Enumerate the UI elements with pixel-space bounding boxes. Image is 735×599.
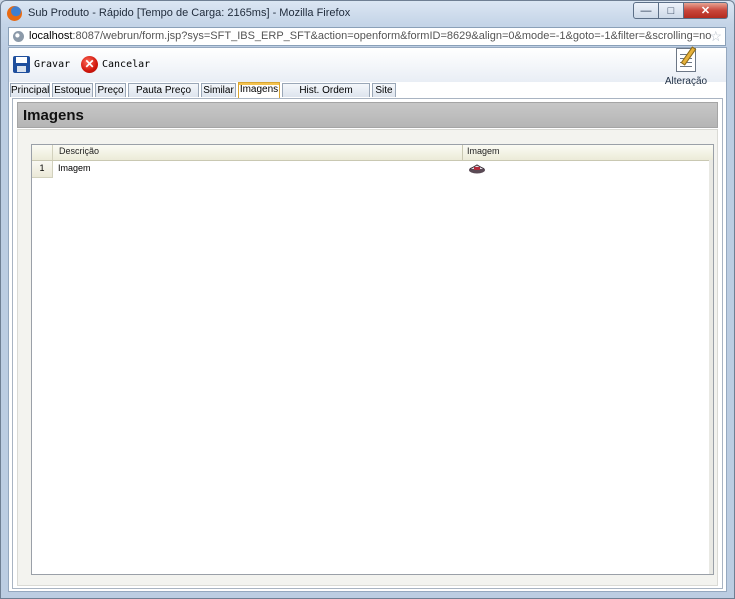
form-toolbar: Gravar ✕ Cancelar Alteração: [9, 48, 726, 87]
cancel-x-icon: ✕: [81, 55, 98, 73]
images-grid: Descrição Imagem 1 Imagem: [31, 144, 714, 575]
cancel-label: Cancelar: [102, 58, 151, 70]
firefox-icon: [7, 6, 22, 21]
url-text[interactable]: localhost:8087/webrun/form.jsp?sys=SFT_I…: [29, 30, 711, 42]
tab-imagens[interactable]: Imagens: [238, 82, 280, 98]
table-row[interactable]: 1 Imagem: [32, 161, 713, 178]
window-controls: — □ ✕: [633, 2, 728, 20]
cancel-button[interactable]: ✕ Cancelar: [81, 54, 150, 74]
tab-similar[interactable]: Similar: [201, 83, 236, 97]
close-button[interactable]: ✕: [684, 2, 728, 19]
grid-header: Descrição Imagem: [32, 145, 713, 161]
window-title: Sub Produto - Rápido [Tempo de Carga: 21…: [28, 7, 351, 19]
tab-strip: Principal Estoque Preço Pauta Preço ST S…: [9, 82, 726, 109]
tab-hist-ordem-compra[interactable]: Hist. Ordem Compra: [282, 83, 370, 109]
tab-panel: Imagens Descrição Imagem 1 Imagem: [12, 98, 723, 589]
column-header-imagem[interactable]: Imagem: [467, 146, 500, 156]
url-path: :8087/webrun/form.jsp?sys=SFT_IBS_ERP_SF…: [72, 30, 712, 42]
tab-pauta-preco-st[interactable]: Pauta Preço ST: [128, 83, 199, 109]
column-header-descricao[interactable]: Descrição: [59, 146, 99, 156]
bookmark-star-icon[interactable]: ☆: [709, 28, 722, 45]
grid-scrollbar[interactable]: [709, 160, 713, 574]
tab-preco[interactable]: Preço: [95, 83, 126, 97]
tab-principal[interactable]: Principal: [10, 83, 50, 97]
row-descricao: Imagem: [58, 163, 91, 173]
row-number: 1: [32, 161, 53, 178]
column-separator: [462, 145, 463, 160]
maximize-button[interactable]: □: [659, 2, 684, 19]
url-host: localhost: [29, 30, 73, 42]
floppy-disk-icon: [13, 55, 30, 73]
minimize-button[interactable]: —: [633, 2, 659, 19]
section-title: Imagens: [23, 107, 84, 124]
tab-site[interactable]: Site: [372, 83, 396, 97]
tab-estoque[interactable]: Estoque: [52, 83, 93, 97]
save-label: Gravar: [34, 58, 71, 70]
address-bar[interactable]: localhost:8087/webrun/form.jsp?sys=SFT_I…: [8, 27, 726, 46]
edit-document-icon: [676, 48, 696, 72]
save-button[interactable]: Gravar: [13, 54, 70, 74]
browser-window: Sub Produto - Rápido [Tempo de Carga: 21…: [0, 0, 735, 599]
globe-icon: [13, 31, 24, 42]
section-header: Imagens: [17, 102, 718, 128]
title-bar: Sub Produto - Rápido [Tempo de Carga: 21…: [1, 1, 734, 27]
app-content: Gravar ✕ Cancelar Alteração Principal Es…: [8, 47, 727, 592]
row-number-header: [32, 145, 53, 160]
thumbnail-icon[interactable]: [468, 164, 486, 174]
section-body: Descrição Imagem 1 Imagem: [17, 129, 718, 586]
